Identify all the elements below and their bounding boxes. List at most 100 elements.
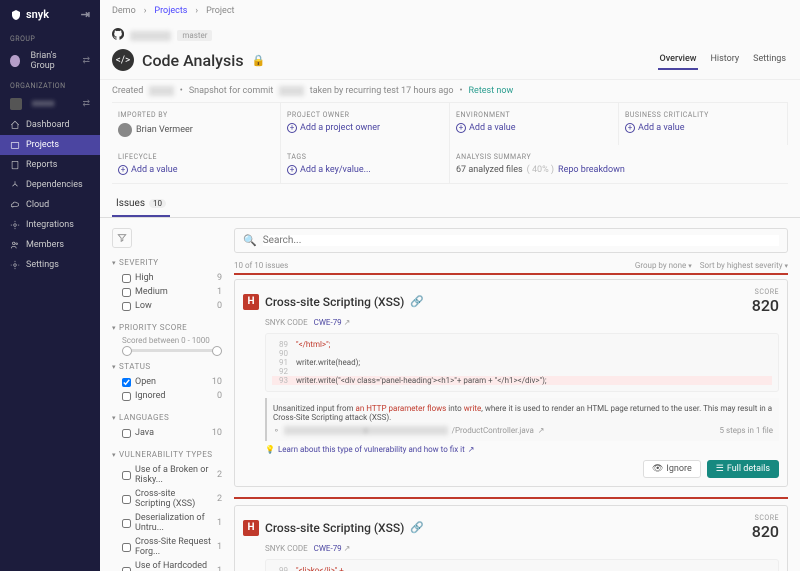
group-avatar <box>10 55 20 67</box>
severity-high-badge: H <box>243 520 259 536</box>
created-date-redacted: x <box>149 86 173 96</box>
add-env-link[interactable]: +Add a value <box>456 123 612 133</box>
search-box[interactable]: 🔍 <box>234 228 788 253</box>
plus-icon: + <box>456 123 466 133</box>
chevron-down-icon[interactable]: ▾ <box>112 451 116 459</box>
main-content: Demo › Projects › Project xxx master </>… <box>100 0 800 571</box>
code-snippet: 89"</html>"; 90 91writer.write(head); 92… <box>265 333 779 392</box>
learn-link[interactable]: 💡Learn about this type of vulnerability … <box>265 445 779 454</box>
tab-settings[interactable]: Settings <box>751 50 788 70</box>
nav-dependencies[interactable]: Dependencies <box>0 175 100 195</box>
filter-v4[interactable]: Cross-Site Request Forg...1 <box>112 535 222 559</box>
issue-description: Unsanitized input from an HTTP parameter… <box>265 398 779 441</box>
filter-low[interactable]: Low0 <box>112 299 222 313</box>
group-by-select[interactable]: Group by none ▾ <box>635 261 692 270</box>
chevron-down-icon: ▾ <box>784 262 788 270</box>
score-value: 820 <box>752 522 779 541</box>
search-input[interactable] <box>263 235 779 246</box>
filter-java[interactable]: Java10 <box>112 426 222 440</box>
permalink-icon[interactable]: 🔗 <box>410 295 424 308</box>
nav-settings[interactable]: Settings <box>0 255 100 275</box>
filter-v5[interactable]: Use of Hardcoded Crede...1 <box>112 559 222 571</box>
group-label: GROUP <box>0 29 100 46</box>
sidebar-toggle-icon[interactable]: ⇥ <box>81 8 90 21</box>
filter-v2[interactable]: Cross-site Scripting (XSS)2 <box>112 487 222 511</box>
plus-icon: + <box>287 123 297 133</box>
issue-title[interactable]: Cross-site Scripting (XSS) <box>265 521 404 535</box>
plus-icon: + <box>287 165 297 175</box>
add-owner-link[interactable]: +Add a project owner <box>287 123 443 133</box>
filters-panel: ▾SEVERITY High9 Medium1 Low0 ▾PRIORITY S… <box>112 228 222 571</box>
breadcrumb: Demo › Projects › Project <box>100 0 800 22</box>
chevron-down-icon[interactable]: ▾ <box>112 363 116 371</box>
filter-v3[interactable]: Deserialization of Untru...1 <box>112 511 222 535</box>
avatar <box>118 123 132 137</box>
lock-icon: 🔒 <box>252 54 266 67</box>
plus-icon: + <box>118 165 128 175</box>
add-crit-link[interactable]: +Add a value <box>625 123 781 133</box>
repo-breakdown-link[interactable]: Repo breakdown <box>558 165 625 175</box>
full-details-button[interactable]: ☰Full details <box>707 460 779 478</box>
gear-icon <box>10 260 20 270</box>
nav-integrations[interactable]: Integrations <box>0 215 100 235</box>
add-lifecycle-link[interactable]: +Add a value <box>118 165 274 175</box>
sort-by-select[interactable]: Sort by highest severity ▾ <box>700 261 788 270</box>
filter-icon-button[interactable] <box>112 228 132 248</box>
snyk-icon <box>10 9 22 21</box>
github-icon: ⚬ <box>273 426 280 435</box>
cloud-icon <box>10 200 20 210</box>
chevron-down-icon[interactable]: ▾ <box>112 259 116 267</box>
sidebar: snyk ⇥ GROUP Brian's Group ⇄ ORGANIZATIO… <box>0 0 100 571</box>
issue-title[interactable]: Cross-site Scripting (XSS) <box>265 295 404 309</box>
org-avatar <box>10 98 22 110</box>
issue-card: H Cross-site Scripting (XSS) 🔗 SCORE 820… <box>234 505 788 571</box>
cwe-link[interactable]: CWE-79 <box>314 544 342 553</box>
priority-slider[interactable] <box>122 349 222 352</box>
code-snippet: 99"<li>ko</li>" + 100 <box>265 559 779 571</box>
file-icon <box>10 160 20 170</box>
nav-projects[interactable]: Projects <box>0 135 100 155</box>
org-selector[interactable]: xxxxx ⇄ <box>0 93 100 115</box>
nav-reports[interactable]: Reports <box>0 155 100 175</box>
github-icon <box>112 28 124 43</box>
filter-high[interactable]: High9 <box>112 271 222 285</box>
plus-icon: + <box>625 123 635 133</box>
severity-high-badge: H <box>243 294 259 310</box>
crumb-projects[interactable]: Projects <box>154 6 187 16</box>
folder-icon <box>10 140 20 150</box>
filter-ignored[interactable]: Ignored0 <box>112 389 222 403</box>
retest-link[interactable]: Retest now <box>469 86 514 96</box>
lightbulb-icon: 💡 <box>265 445 275 454</box>
crumb-demo[interactable]: Demo <box>112 6 136 16</box>
filter-v1[interactable]: Use of a Broken or Risky...2 <box>112 463 222 487</box>
cwe-link[interactable]: CWE-79 <box>314 318 342 327</box>
permalink-icon[interactable]: 🔗 <box>410 521 424 534</box>
list-icon: ☰ <box>716 464 724 474</box>
ignore-button[interactable]: 👁Ignore <box>643 460 701 478</box>
nav-cloud[interactable]: Cloud <box>0 195 100 215</box>
issue-card: H Cross-site Scripting (XSS) 🔗 SCORE 820… <box>234 279 788 487</box>
path-redacted: x <box>284 426 448 435</box>
link-icon <box>10 220 20 230</box>
funnel-icon <box>117 233 127 243</box>
home-icon <box>10 120 20 130</box>
logo[interactable]: snyk ⇥ <box>0 0 100 29</box>
add-tag-link[interactable]: +Add a key/value... <box>287 165 443 175</box>
tab-overview[interactable]: Overview <box>658 50 699 70</box>
chevron-down-icon[interactable]: ▾ <box>112 414 116 422</box>
nav-members[interactable]: Members <box>0 235 100 255</box>
repo-name-redacted: xxx <box>130 31 171 41</box>
tab-history[interactable]: History <box>708 50 741 70</box>
search-icon: 🔍 <box>243 234 257 247</box>
nav-dashboard[interactable]: Dashboard <box>0 115 100 135</box>
score-value: 820 <box>752 296 779 315</box>
group-selector[interactable]: Brian's Group ⇄ <box>0 46 100 76</box>
page-title: Code Analysis <box>142 51 244 70</box>
users-icon <box>10 240 20 250</box>
chevron-down-icon[interactable]: ▾ <box>112 324 116 332</box>
filter-open[interactable]: Open10 <box>112 375 222 389</box>
expand-icon: ⇄ <box>82 56 90 66</box>
commit-redacted: x <box>279 86 303 96</box>
issues-tab[interactable]: Issues10 <box>112 192 170 217</box>
filter-medium[interactable]: Medium1 <box>112 285 222 299</box>
